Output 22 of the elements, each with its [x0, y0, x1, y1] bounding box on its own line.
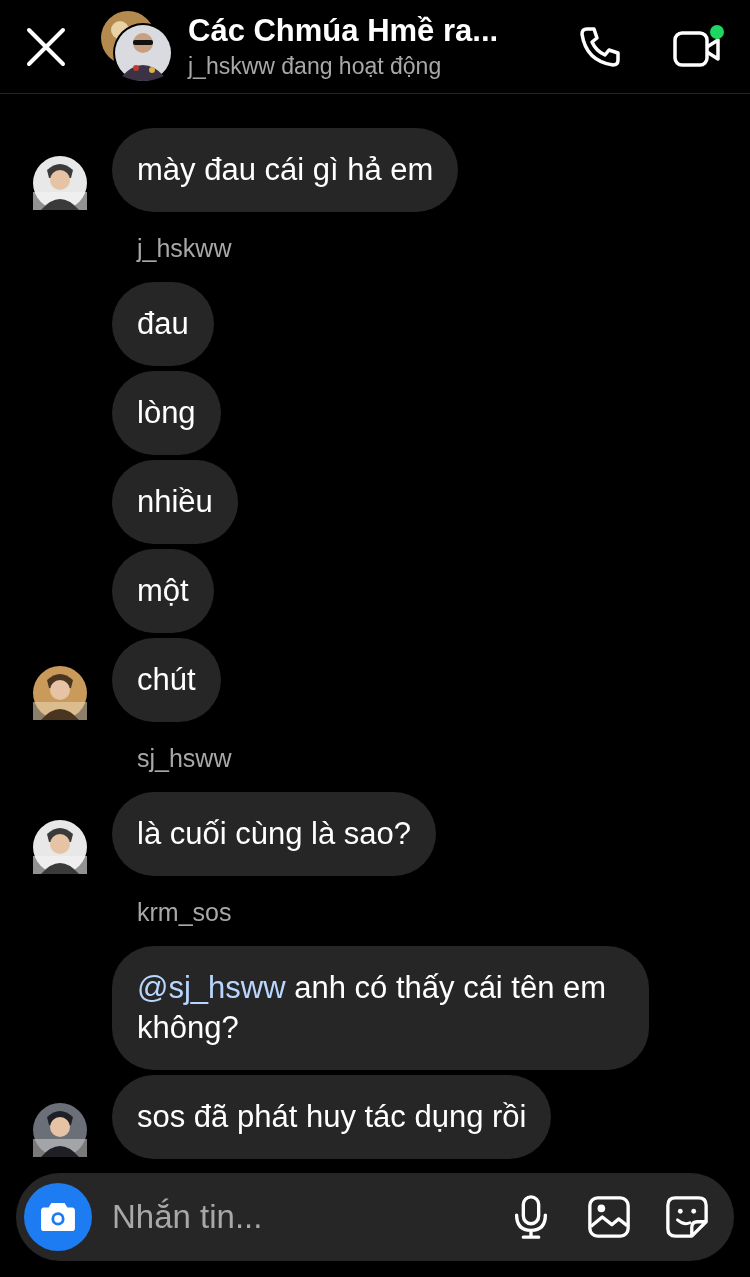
- phone-icon[interactable]: [578, 24, 622, 69]
- sender-name: krm_sos: [137, 898, 233, 927]
- message-bubble: @sj_hsww anh có thấy cái tên em không?: [112, 946, 649, 1070]
- message-input[interactable]: Nhắn tin...: [110, 1197, 492, 1237]
- message-bubble: là cuối cùng là sao?: [112, 792, 437, 876]
- message-bubble: lòng: [112, 371, 221, 455]
- sender-name: j_hskww: [137, 234, 233, 263]
- message-bubble: nhiều: [112, 460, 238, 544]
- active-status: j_hskww đang hoạt động: [188, 53, 443, 80]
- camera-icon: [39, 1201, 77, 1233]
- image-icon[interactable]: [587, 1194, 631, 1240]
- message-bubble: sos đã phát huy tác dụng rồi: [112, 1075, 552, 1159]
- sticker-icon[interactable]: [665, 1194, 709, 1240]
- message-bubble: một: [112, 549, 214, 633]
- message-bubble: đau: [112, 282, 214, 366]
- camera-button[interactable]: [24, 1183, 92, 1251]
- chat-title[interactable]: Các Chmúa Hmề ra...: [188, 13, 578, 49]
- message-bubble: mày đau cái gì hả em: [112, 128, 459, 212]
- sender-name: sj_hsww: [137, 744, 233, 773]
- mention-link[interactable]: @sj_hsww: [137, 970, 286, 1005]
- close-icon[interactable]: [26, 26, 66, 67]
- message-bubble: chút: [112, 638, 221, 722]
